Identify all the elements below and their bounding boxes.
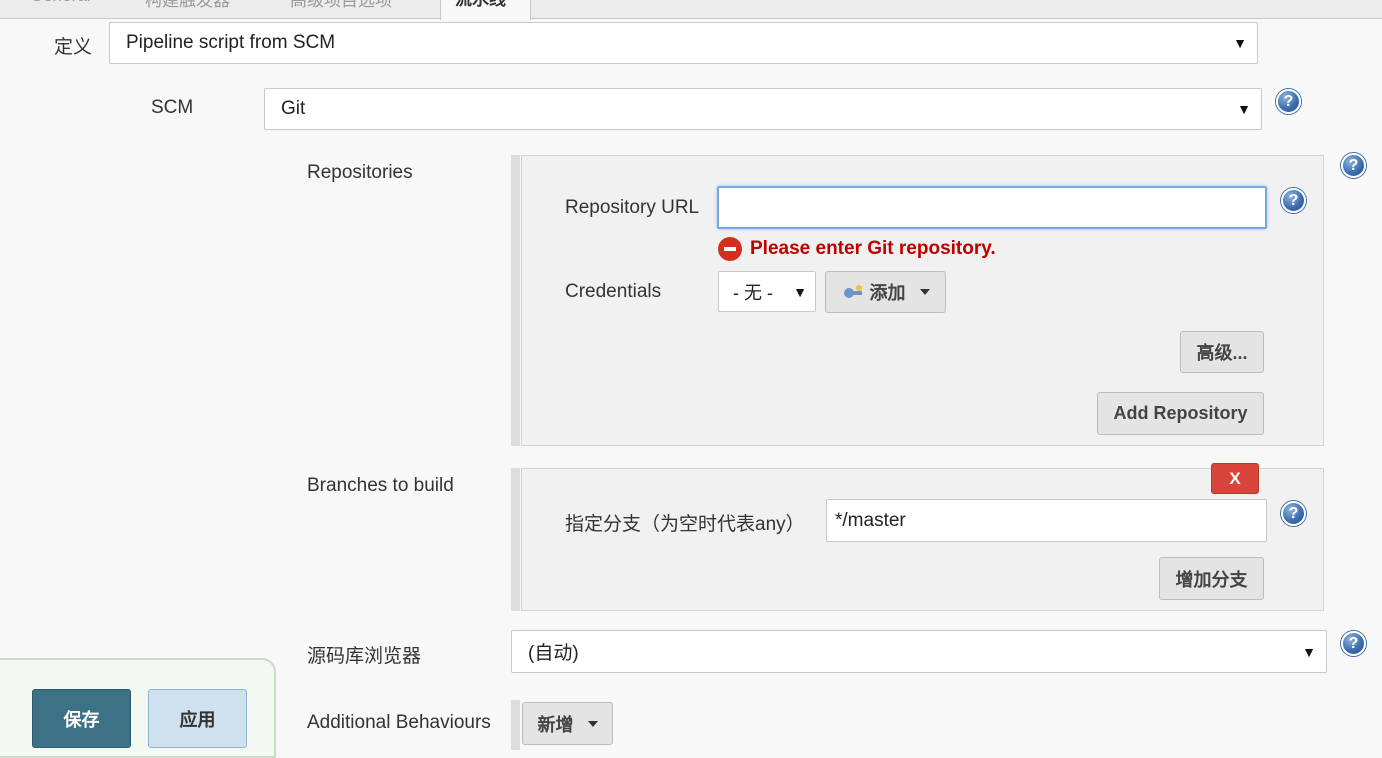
apply-button[interactable]: 应用 bbox=[148, 689, 247, 748]
tab-pipeline-label: 流水线 bbox=[455, 0, 506, 10]
help-icon[interactable]: ? bbox=[1281, 188, 1306, 213]
repositories-label: Repositories bbox=[307, 162, 413, 183]
tab-pipeline[interactable]: 流水线 bbox=[440, 0, 531, 20]
help-icon[interactable]: ? bbox=[1341, 153, 1366, 178]
add-credentials-button[interactable]: 添加 bbox=[825, 271, 946, 313]
repository-url-label: Repository URL bbox=[565, 197, 700, 218]
credentials-label: Credentials bbox=[565, 281, 662, 302]
definition-label: 定义 bbox=[54, 37, 93, 58]
dropdown-arrow-icon: ▼ bbox=[793, 283, 807, 300]
tab-general[interactable]: General bbox=[30, 0, 90, 16]
add-behaviour-button[interactable]: 新增 bbox=[522, 702, 613, 745]
dropdown-arrow-icon: ▼ bbox=[1302, 643, 1316, 660]
behaviours-panel-bar bbox=[511, 700, 520, 750]
branch-specifier-label: 指定分支（为空时代表any） bbox=[565, 514, 805, 535]
scm-label: SCM bbox=[151, 97, 194, 118]
save-button[interactable]: 保存 bbox=[32, 689, 131, 748]
chevron-down-icon bbox=[587, 720, 598, 727]
branch-specifier-value: */master bbox=[835, 509, 906, 531]
delete-branch-button[interactable]: X bbox=[1211, 463, 1259, 494]
scm-value: Git bbox=[281, 98, 306, 119]
additional-behaviours-label: Additional Behaviours bbox=[307, 712, 491, 733]
branches-label: Branches to build bbox=[307, 475, 454, 496]
tab-advanced-options[interactable]: 高级项目选项 bbox=[290, 0, 392, 16]
scm-select[interactable]: Git ▼ bbox=[264, 88, 1262, 130]
repository-url-input[interactable] bbox=[717, 186, 1267, 229]
repo-browser-select[interactable]: (自动) ▼ bbox=[511, 630, 1327, 673]
repo-browser-label: 源码库浏览器 bbox=[307, 646, 422, 667]
dropdown-arrow-icon: ▼ bbox=[1233, 35, 1247, 51]
help-icon[interactable]: ? bbox=[1276, 89, 1301, 114]
tab-build-triggers[interactable]: 构建触发器 bbox=[145, 0, 230, 16]
key-icon bbox=[842, 284, 864, 300]
error-icon bbox=[718, 237, 742, 261]
repositories-panel-bar bbox=[511, 155, 520, 446]
help-icon[interactable]: ? bbox=[1341, 631, 1366, 656]
definition-select[interactable]: Pipeline script from SCM ▼ bbox=[109, 22, 1258, 64]
add-behaviour-label: 新增 bbox=[537, 714, 574, 735]
branches-panel-bar bbox=[511, 468, 520, 611]
chevron-down-icon bbox=[919, 289, 930, 295]
credentials-value: - 无 - bbox=[733, 282, 773, 303]
add-repository-button[interactable]: Add Repository bbox=[1097, 392, 1264, 435]
repo-browser-value: (自动) bbox=[528, 643, 579, 664]
credentials-select[interactable]: - 无 - ▼ bbox=[718, 271, 816, 312]
definition-value: Pipeline script from SCM bbox=[126, 32, 336, 53]
branch-specifier-input[interactable]: */master bbox=[826, 499, 1267, 542]
add-branch-button[interactable]: 增加分支 bbox=[1159, 557, 1264, 600]
repository-url-error: Please enter Git repository. bbox=[750, 238, 996, 259]
advanced-button[interactable]: 高级... bbox=[1180, 331, 1264, 373]
dropdown-arrow-icon: ▼ bbox=[1237, 101, 1251, 117]
help-icon[interactable]: ? bbox=[1281, 501, 1306, 526]
add-credentials-label: 添加 bbox=[869, 283, 906, 303]
